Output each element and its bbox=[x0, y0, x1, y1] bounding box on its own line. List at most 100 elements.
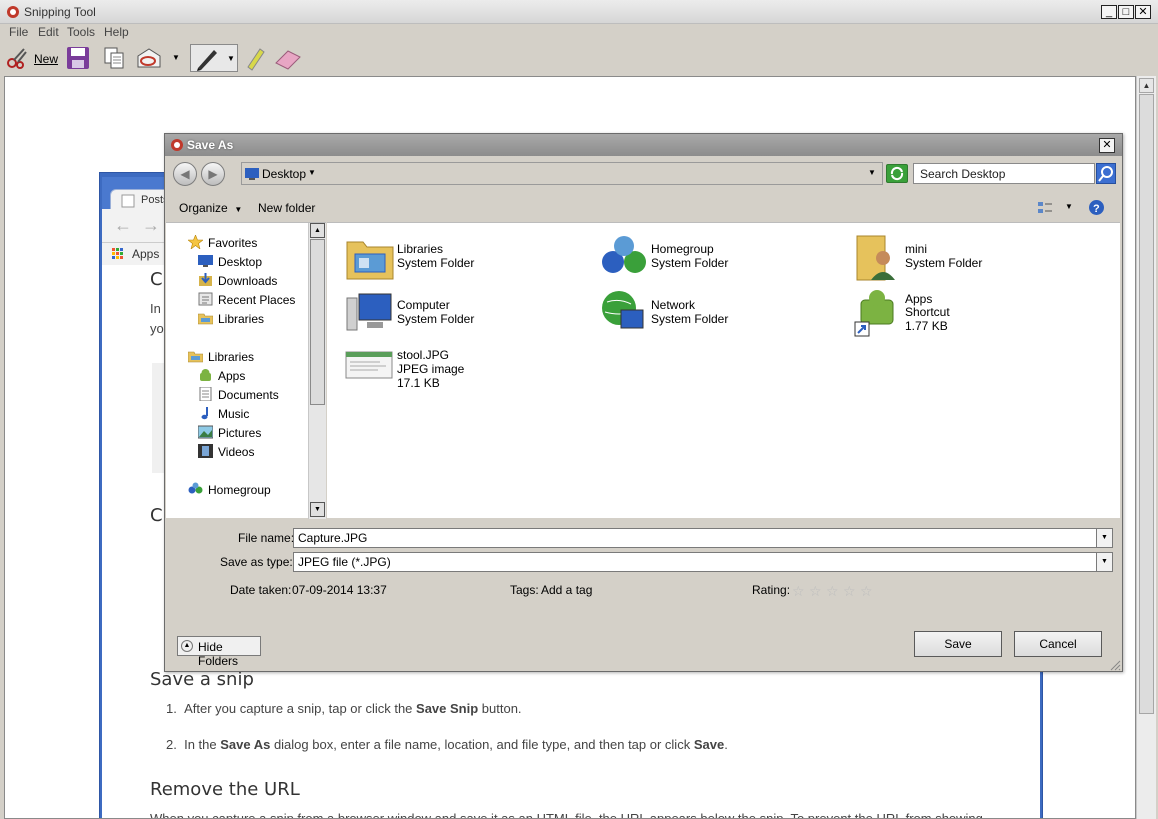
close-button[interactable]: ✕ bbox=[1135, 5, 1151, 19]
command-bar: Organize ▼ New folder ▼ ? bbox=[165, 194, 1122, 222]
scroll-up-arrow-icon[interactable]: ▲ bbox=[1139, 78, 1154, 93]
breadcrumb-chevron-icon[interactable]: ▼ bbox=[308, 168, 316, 177]
tags-input[interactable]: Add a tag bbox=[541, 583, 592, 597]
help-icon[interactable]: ? bbox=[1088, 199, 1105, 216]
nav-item-recent-places[interactable]: Recent Places bbox=[166, 291, 311, 309]
user-folder-icon bbox=[856, 235, 895, 281]
canvas-scrollbar[interactable]: ▲ bbox=[1136, 76, 1156, 819]
floppy-disk-icon bbox=[67, 47, 89, 69]
organize-button[interactable]: Organize ▼ bbox=[179, 201, 242, 215]
nav-item-music[interactable]: Music bbox=[166, 405, 311, 423]
chevron-down-icon: ▼ bbox=[234, 205, 243, 214]
navigation-pane-scrollbar[interactable]: ▲ ▼ bbox=[308, 223, 326, 519]
highlighter-button[interactable] bbox=[244, 44, 268, 72]
rating-star-icon[interactable]: ☆ bbox=[826, 583, 839, 600]
nav-item-libraries[interactable]: Libraries bbox=[166, 348, 311, 366]
scroll-thumb[interactable] bbox=[310, 239, 325, 405]
file-item-network[interactable]: Network System Folder bbox=[599, 288, 839, 348]
file-name-input[interactable]: Capture.JPG ▼ bbox=[293, 528, 1113, 548]
menu-file[interactable]: File bbox=[9, 25, 28, 39]
save-as-type-select[interactable]: JPEG file (*.JPG) ▼ bbox=[293, 552, 1113, 572]
new-label: New bbox=[34, 52, 59, 66]
maximize-button[interactable]: □ bbox=[1118, 5, 1134, 19]
libraries-folder-icon bbox=[188, 351, 203, 363]
pictures-icon bbox=[198, 425, 213, 439]
snipping-tool-app-icon bbox=[171, 139, 183, 151]
file-item-apps-shortcut[interactable]: Apps Shortcut 1.77 KB bbox=[853, 288, 1093, 348]
refresh-icon bbox=[890, 166, 904, 181]
navigation-pane: Favorites Desktop Downloads Recent Place… bbox=[166, 222, 326, 519]
file-item-mini[interactable]: mini System Folder bbox=[853, 232, 1093, 292]
chevron-down-icon[interactable]: ▼ bbox=[172, 53, 180, 62]
rating-star-icon[interactable]: ☆ bbox=[843, 583, 856, 600]
search-icon bbox=[1098, 166, 1113, 182]
cancel-button[interactable]: Cancel bbox=[1014, 631, 1102, 657]
new-snip-button[interactable]: New bbox=[6, 44, 58, 72]
nav-item-videos[interactable]: Videos bbox=[166, 443, 311, 461]
view-dropdown-icon[interactable]: ▼ bbox=[1065, 202, 1073, 211]
copy-icon bbox=[104, 47, 124, 69]
doc-paragraph: When you capture a snip from a browser w… bbox=[150, 811, 983, 819]
chevron-down-icon[interactable]: ▼ bbox=[1096, 529, 1112, 547]
nav-item-homegroup[interactable]: Homegroup bbox=[166, 481, 311, 499]
list-item: 1. After you capture a snip, tap or clic… bbox=[166, 701, 522, 716]
menu-help[interactable]: Help bbox=[104, 25, 129, 39]
downloads-icon bbox=[199, 273, 212, 286]
chevron-down-icon[interactable]: ▼ bbox=[1096, 553, 1112, 571]
file-item-libraries[interactable]: Libraries System Folder bbox=[345, 232, 585, 292]
copy-button[interactable] bbox=[102, 44, 128, 72]
dialog-navigation-bar: ◀ ▶ Desktop ▼ ▼ Search Desktop bbox=[165, 156, 1122, 190]
snipping-tool-app-icon bbox=[7, 6, 19, 18]
scroll-thumb[interactable] bbox=[1139, 94, 1154, 714]
refresh-button[interactable] bbox=[886, 164, 908, 183]
rating-star-icon[interactable]: ☆ bbox=[809, 583, 822, 600]
file-item-homegroup[interactable]: Homegroup System Folder bbox=[599, 232, 839, 292]
nav-item-pictures[interactable]: Pictures bbox=[166, 424, 311, 442]
nav-item-favorites[interactable]: Favorites bbox=[166, 234, 311, 252]
desktop-icon bbox=[198, 255, 213, 267]
save-snip-button[interactable] bbox=[66, 44, 92, 72]
minimize-button[interactable]: _ bbox=[1101, 5, 1117, 19]
rating-star-icon[interactable]: ☆ bbox=[860, 583, 873, 600]
save-as-type-label: Save as type: bbox=[220, 555, 293, 569]
nav-item-apps[interactable]: Apps bbox=[166, 367, 311, 385]
menu-edit[interactable]: Edit bbox=[38, 25, 59, 39]
eraser-button[interactable] bbox=[274, 44, 302, 72]
dialog-titlebar: Save As ✕ bbox=[165, 134, 1122, 156]
scroll-down-arrow-icon[interactable]: ▼ bbox=[310, 502, 325, 517]
toolbar: New ▼ ▼ bbox=[0, 42, 1158, 74]
computer-icon bbox=[346, 293, 392, 331]
save-as-dialog: Save As ✕ ◀ ▶ Desktop ▼ ▼ Search Desktop bbox=[164, 133, 1123, 672]
forward-button[interactable]: ▶ bbox=[201, 162, 225, 186]
pen-button[interactable]: ▼ bbox=[190, 44, 238, 72]
view-options-icon[interactable] bbox=[1037, 200, 1053, 216]
apps-bookmark-label: Apps bbox=[132, 247, 160, 261]
file-item-computer[interactable]: Computer System Folder bbox=[345, 288, 585, 348]
heading-remove-url: Remove the URL bbox=[150, 779, 300, 800]
nav-item-downloads[interactable]: Downloads bbox=[166, 272, 311, 290]
doc-fragment: In bbox=[150, 301, 161, 316]
rating-star-icon[interactable]: ☆ bbox=[792, 583, 805, 600]
save-button[interactable]: Save bbox=[914, 631, 1002, 657]
back-button[interactable]: ◀ bbox=[173, 162, 197, 186]
chevron-down-icon[interactable]: ▼ bbox=[227, 54, 235, 63]
address-text: Desktop bbox=[262, 167, 307, 181]
file-item-stool-jpg[interactable]: stool.JPG JPEG image 17.1 KB bbox=[345, 344, 585, 404]
nav-item-documents[interactable]: Documents bbox=[166, 386, 311, 404]
address-bar[interactable]: Desktop ▼ ▼ bbox=[241, 162, 883, 185]
search-button[interactable] bbox=[1096, 163, 1116, 184]
search-input[interactable]: Search Desktop bbox=[913, 163, 1095, 184]
android-apps-shortcut-icon bbox=[854, 290, 894, 337]
music-note-icon bbox=[201, 407, 208, 420]
dialog-close-button[interactable]: ✕ bbox=[1099, 138, 1115, 153]
send-snip-button[interactable]: ▼ bbox=[136, 44, 182, 72]
nav-item-desktop[interactable]: Desktop bbox=[166, 253, 311, 271]
address-dropdown-icon[interactable]: ▼ bbox=[868, 168, 876, 177]
resize-grip-icon[interactable] bbox=[1107, 657, 1121, 671]
menu-tools[interactable]: Tools bbox=[67, 25, 95, 39]
scroll-up-arrow-icon[interactable]: ▲ bbox=[310, 223, 325, 238]
hide-folders-button[interactable]: ▲ Hide Folders bbox=[177, 636, 261, 668]
nav-item-libraries-favorite[interactable]: Libraries bbox=[166, 310, 311, 328]
svg-text:?: ? bbox=[1093, 203, 1100, 215]
new-folder-button[interactable]: New folder bbox=[258, 201, 315, 215]
